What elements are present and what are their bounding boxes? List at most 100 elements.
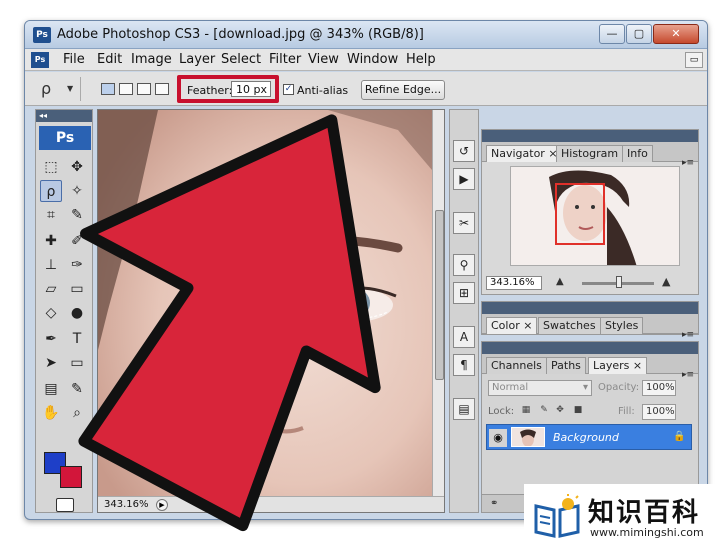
maximize-button[interactable]: ▢ [626,24,652,44]
blend-mode-select[interactable]: Normal ▾ [488,380,592,396]
lock-transparency-icon[interactable]: ▦ [520,404,532,416]
zoom-slider-thumb[interactable] [616,276,622,288]
canvas-photo[interactable] [98,110,432,496]
history-brush-tool-icon[interactable]: ✑ [66,254,88,276]
watermark-url: www.mimingshi.com [590,526,704,539]
minimize-button[interactable]: — [599,24,625,44]
brushes-panel-icon[interactable]: ⚲ [453,254,475,276]
tool-presets-icon[interactable]: ✂ [453,212,475,234]
hand-tool-icon[interactable]: ✋ [40,402,62,424]
title-bar: Ps Adobe Photoshop CS3 - [download.jpg @… [25,21,707,49]
actions-panel-icon[interactable]: ▶ [453,168,475,190]
path-selection-tool-icon[interactable]: ➤ [40,352,62,374]
tab-info[interactable]: Info [622,145,653,162]
status-menu-icon[interactable]: ▶ [156,499,168,511]
tab-color[interactable]: Color × [486,317,538,334]
menu-help[interactable]: Help [406,52,436,67]
menu-layer[interactable]: Layer [179,52,215,67]
tab-navigator[interactable]: Navigator × [486,145,563,162]
healing-brush-tool-icon[interactable]: ✚ [40,230,62,252]
refine-edge-button[interactable]: Refine Edge... [361,80,445,100]
options-bar: ρ ▼ Feather: ✓ Anti-alias Refine Edge... [25,72,707,106]
lasso-tool-icon[interactable]: ρ [40,180,62,202]
history-panel-icon[interactable]: ↺ [453,140,475,162]
gradient-tool-icon[interactable]: ▭ [66,278,88,300]
layer-row-background[interactable]: ◉ Background 🔒 [486,424,692,450]
subtract-from-selection-icon[interactable] [137,83,151,95]
eye-icon[interactable]: ◉ [489,429,507,447]
eyedropper-tool-icon[interactable]: ✎ [66,378,88,400]
intersect-selection-icon[interactable] [155,83,169,95]
anti-alias-checkbox[interactable]: ✓ [283,84,294,95]
panel-menu-icon[interactable]: ▸≡ [682,158,694,168]
panel-header[interactable] [482,302,698,314]
add-to-selection-icon[interactable] [119,83,133,95]
tab-paths[interactable]: Paths [546,357,586,374]
move-tool-icon[interactable]: ✥ [66,156,88,178]
marquee-tool-icon[interactable]: ⬚ [40,156,62,178]
new-selection-icon[interactable] [101,83,115,95]
menu-view[interactable]: View [308,52,339,67]
panel-header[interactable] [482,342,698,354]
character-panel-icon[interactable]: A [453,326,475,348]
notes-tool-icon[interactable]: ▤ [40,378,62,400]
menu-edit[interactable]: Edit [97,52,122,67]
toolbox-logo[interactable]: Ps [39,126,91,150]
menu-image[interactable]: Image [131,52,172,67]
document-vertical-scrollbar[interactable] [432,110,444,496]
paragraph-panel-icon[interactable]: ¶ [453,354,475,376]
panel-menu-icon[interactable]: ▸≡ [682,370,694,380]
menu-filter[interactable]: Filter [269,52,301,67]
document-status-bar: 343.16% ▶ [98,496,444,512]
link-layers-icon[interactable]: ⚭ [490,498,498,509]
tab-swatches[interactable]: Swatches [538,317,601,334]
anti-alias-label: Anti-alias [297,84,349,97]
menu-file[interactable]: File [63,52,85,67]
tab-layers[interactable]: Layers × [588,357,648,374]
panel-header[interactable] [482,130,698,142]
tab-histogram[interactable]: Histogram [556,145,624,162]
zoom-out-icon[interactable]: ▲ [556,276,564,287]
zoom-tool-icon[interactable]: ⌕ [66,402,88,424]
panel-icon-dock: ↺ ▶ ✂ ⚲ ⊞ A ¶ ▤ [449,109,479,513]
close-button[interactable]: ✕ [653,24,699,44]
panel-menu-icon[interactable]: ▸≡ [682,330,694,340]
toolbox-collapse-bar[interactable]: ◂◂ [36,110,92,122]
navigator-thumbnail[interactable] [510,166,680,266]
layer-comps-icon[interactable]: ▤ [453,398,475,420]
crop-tool-icon[interactable]: ⌗ [40,204,62,226]
lock-pixels-icon[interactable]: ✎ [538,404,550,416]
lock-all-icon[interactable]: ■ [572,404,584,416]
shape-tool-icon[interactable]: ▭ [66,352,88,374]
magic-wand-tool-icon[interactable]: ✧ [66,180,88,202]
clone-source-icon[interactable]: ⊞ [453,282,475,304]
slice-tool-icon[interactable]: ✎ [66,204,88,226]
document-icon[interactable]: Ps [31,52,49,68]
blur-tool-icon[interactable]: ◇ [40,302,62,324]
navigator-zoom-field[interactable]: 343.16% [486,276,542,290]
tab-channels[interactable]: Channels [486,357,547,374]
document-restore-button[interactable]: ▭ [685,52,703,68]
layer-thumbnail-image [512,428,544,446]
quick-mask-icon[interactable] [56,498,74,512]
tab-styles[interactable]: Styles [600,317,644,334]
brush-tool-icon[interactable]: ✐ [66,230,88,252]
dodge-tool-icon[interactable]: ● [66,302,88,324]
pen-tool-icon[interactable]: ✒ [40,328,62,350]
layers-tabs: Channels Paths Layers × ▸≡ [482,354,698,380]
zoom-in-icon[interactable]: ▲ [662,275,670,288]
lock-label: Lock: [488,406,515,417]
background-color-swatch[interactable] [60,466,82,488]
menu-select[interactable]: Select [221,52,261,67]
navigator-view-rectangle[interactable] [555,183,605,245]
fill-field[interactable]: 100% [642,404,676,420]
clone-stamp-tool-icon[interactable]: ⊥ [40,254,62,276]
opacity-field[interactable]: 100% [642,380,676,396]
scrollbar-thumb[interactable] [435,210,444,380]
layer-name: Background [553,431,619,444]
eraser-tool-icon[interactable]: ▱ [40,278,62,300]
lock-position-icon[interactable]: ✥ [554,404,566,416]
menu-window[interactable]: Window [347,52,398,67]
document-zoom-level[interactable]: 343.16% [104,499,149,510]
type-tool-icon[interactable]: T [66,328,88,350]
